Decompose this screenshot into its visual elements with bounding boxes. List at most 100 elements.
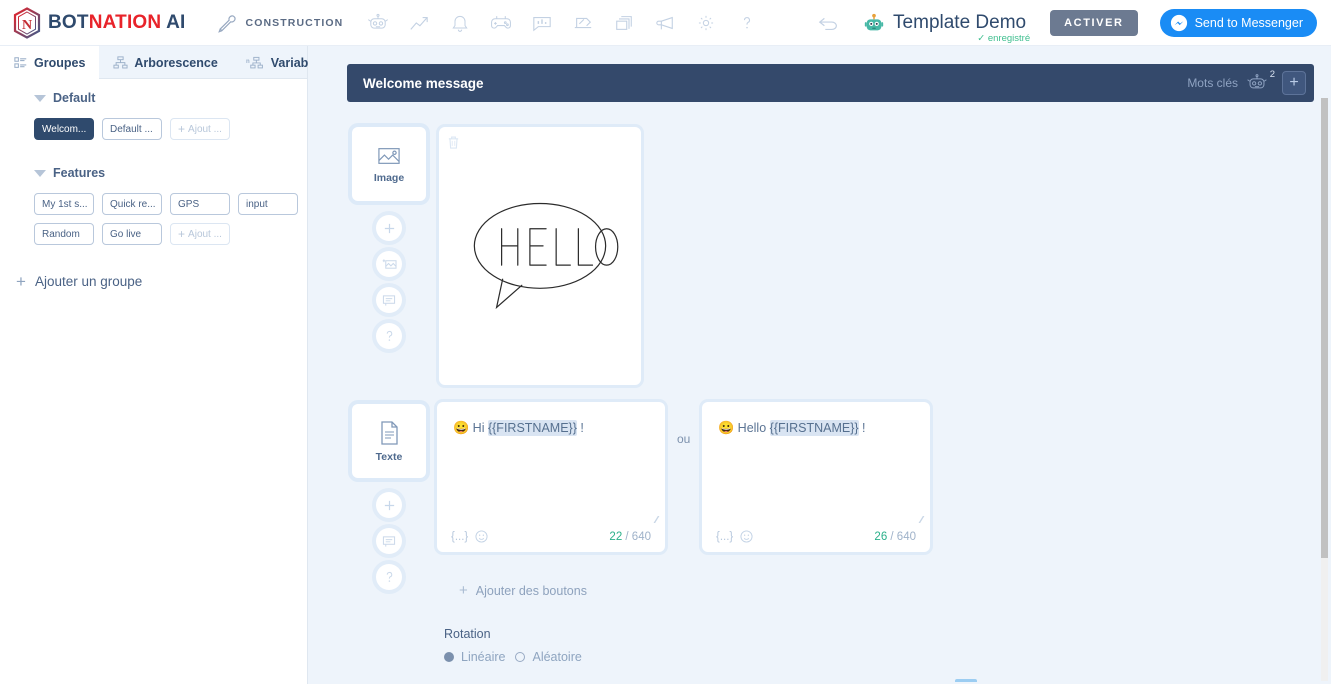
help-question-icon[interactable] [376, 323, 402, 349]
groups-icon [14, 56, 28, 70]
chip-random[interactable]: Random [34, 223, 94, 245]
construction-mode[interactable]: CONSTRUCTION [216, 12, 344, 34]
insert-variable-button[interactable]: {...} [716, 531, 733, 543]
plus-icon[interactable] [376, 215, 402, 241]
text-card-2[interactable]: 😀 Hello {{FIRSTNAME}} ! ⁄⁄ {...} 26 / 64… [702, 402, 930, 552]
plus-icon[interactable] [376, 492, 402, 518]
construction-label: CONSTRUCTION [246, 17, 344, 29]
project-avatar [863, 12, 885, 34]
robot-icon [1246, 74, 1268, 92]
chip-my-1st-s[interactable]: My 1st s... [34, 193, 94, 215]
text-card-2-body[interactable]: 😀 Hello {{FIRSTNAME}} ! [702, 402, 930, 436]
char-count: 26 [874, 531, 887, 543]
chip-add-default-label: Ajout ... [188, 124, 222, 135]
text-card-1-body[interactable]: 😀 Hi {{FIRSTNAME}} ! [437, 402, 665, 436]
broadcast-icon[interactable] [562, 8, 603, 38]
undo-button[interactable] [809, 8, 849, 38]
add-block-button[interactable]: + [1282, 71, 1306, 95]
chip-input[interactable]: input [238, 193, 298, 215]
messenger-icon [1170, 14, 1188, 32]
keywords-label: Mots clés [1187, 76, 1238, 90]
text-card-1[interactable]: 😀 Hi {{FIRSTNAME}} ! ⁄⁄ {...} 22 / 640 [437, 402, 665, 552]
saved-label: enregistré [988, 33, 1030, 44]
tab-groupes[interactable]: Groupes [0, 46, 99, 79]
resize-handle[interactable]: ⁄⁄ [921, 515, 922, 526]
undo-arrow-icon [817, 15, 841, 31]
rotation-options: Linéaire Aléatoire [444, 650, 582, 664]
insert-variable-button[interactable]: {...} [451, 531, 468, 543]
keywords-icon-wrap[interactable]: 2 [1246, 74, 1268, 92]
char-counter-1: 22 / 640 [609, 531, 651, 543]
chip-go-live[interactable]: Go live [102, 223, 162, 245]
block-type-texte[interactable]: Texte [352, 404, 426, 478]
chip-gps[interactable]: GPS [170, 193, 230, 215]
rotation-option-lineaire[interactable]: Linéaire [444, 650, 505, 664]
chip-welcome-message[interactable]: Welcom... [34, 118, 94, 140]
tab-groupes-label: Groupes [34, 56, 85, 70]
rotation-option-aleatoire[interactable]: Aléatoire [515, 650, 581, 664]
char-max: / 640 [890, 531, 916, 543]
page-title: Welcome message [363, 76, 484, 91]
logo-bot: BOT [48, 12, 89, 33]
comment-icon[interactable] [376, 287, 402, 313]
bell-icon[interactable] [439, 8, 480, 38]
analytics-chart-icon[interactable] [398, 8, 439, 38]
robot-icon[interactable] [357, 8, 398, 38]
rotation-option-lineaire-label: Linéaire [461, 650, 505, 664]
wrench-icon [216, 12, 238, 34]
image-card[interactable] [439, 127, 641, 385]
group-features-title: Features [53, 166, 105, 180]
chip-default[interactable]: Default ... [102, 118, 162, 140]
group-default-header[interactable]: Default [34, 91, 307, 105]
send-to-messenger-label: Send to Messenger [1195, 16, 1303, 30]
variables-icon: n [246, 56, 265, 70]
left-sidebar: Groupes Arborescence n Variables Default [0, 46, 308, 684]
document-text-icon [377, 420, 401, 446]
add-group-button[interactable]: + Ajouter un groupe [16, 273, 307, 290]
resize-handle[interactable]: ⁄⁄ [656, 515, 657, 526]
tab-arborescence[interactable]: Arborescence [99, 46, 231, 79]
separator-ou: ou [677, 432, 690, 446]
char-count: 22 [609, 531, 622, 543]
text-after: ! [577, 421, 584, 435]
chip-add-features[interactable]: + Ajout ... [170, 223, 230, 245]
game-controller-icon[interactable] [480, 8, 521, 38]
main-canvas: Welcome message Mots clés 2 + [308, 46, 1331, 684]
block-type-image[interactable]: Image [352, 127, 426, 201]
send-to-messenger-button[interactable]: Send to Messenger [1160, 9, 1317, 37]
comment-icon[interactable] [376, 528, 402, 554]
logo-text: BOTNATION AI [48, 12, 186, 34]
project-name[interactable]: Template Demo ✓ enregistré [893, 12, 1026, 34]
chip-quick-re[interactable]: Quick re... [102, 193, 162, 215]
image-block-actions [376, 215, 402, 349]
add-buttons-button[interactable]: + Ajouter des boutons [459, 583, 587, 598]
tab-arborescence-label: Arborescence [134, 56, 217, 70]
plus-icon: + [16, 273, 26, 290]
gear-icon[interactable] [685, 8, 726, 38]
emoji-picker-icon[interactable] [475, 530, 488, 543]
text-before: Hi [473, 421, 488, 435]
vertical-scrollbar[interactable] [1321, 98, 1328, 681]
megaphone-icon[interactable] [644, 8, 685, 38]
tree-icon [113, 56, 128, 70]
app-logo[interactable]: N BOTNATION AI [12, 7, 186, 39]
trash-icon[interactable] [447, 135, 460, 150]
rotation-title: Rotation [444, 627, 491, 641]
emoji-picker-icon[interactable] [740, 530, 753, 543]
group-features-header[interactable]: Features [34, 166, 307, 180]
help-question-icon[interactable] [726, 8, 767, 38]
text-before: Hello [738, 421, 770, 435]
vertical-scrollbar-thumb[interactable] [1321, 98, 1328, 558]
layers-icon[interactable] [603, 8, 644, 38]
logo-nation: NATION [89, 12, 162, 33]
help-question-icon[interactable] [376, 564, 402, 590]
block-type-texte-label: Texte [376, 451, 403, 463]
keywords-control: Mots clés 2 + [1187, 71, 1306, 95]
emoji: 😀 [453, 420, 469, 435]
chip-add-default[interactable]: + Ajout ... [170, 118, 230, 140]
image-icon [376, 145, 402, 167]
activate-button[interactable]: ACTIVER [1050, 10, 1137, 36]
variable-token: {{FIRSTNAME}} [488, 420, 577, 436]
add-image-icon[interactable] [376, 251, 402, 277]
stats-bubble-icon[interactable] [521, 8, 562, 38]
